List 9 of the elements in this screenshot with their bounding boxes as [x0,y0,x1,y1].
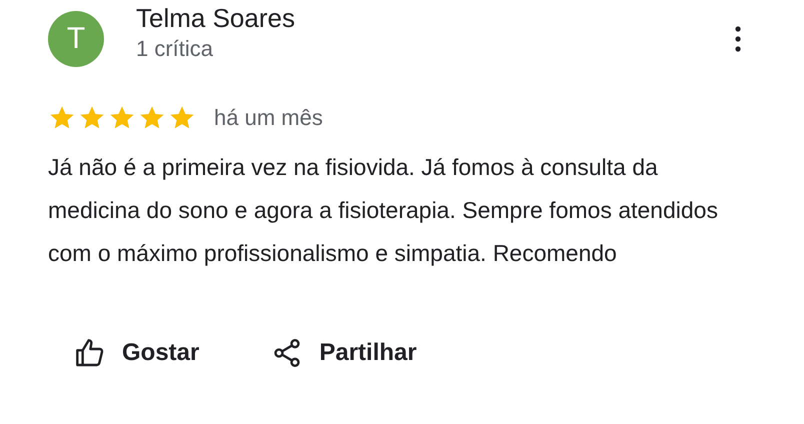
author-name: Telma Soares [136,2,296,34]
avatar: T [48,11,104,67]
like-button[interactable]: Gostar [74,333,200,373]
review-text: Já não é a primeira vez na fisiovida. Já fomos à consulta da medicina do sono e agora a fisioterapia. Sempre fomos atendidos com o máximo profissionalismo e simpatia. Recomendo [48,153,719,268]
thumbs-up-icon [74,337,106,369]
review-time: há um mês [214,105,323,131]
review-count: 1 crítica [136,35,214,63]
share-button[interactable]: Partilhar [271,333,417,373]
more-options-icon[interactable] [734,26,742,52]
